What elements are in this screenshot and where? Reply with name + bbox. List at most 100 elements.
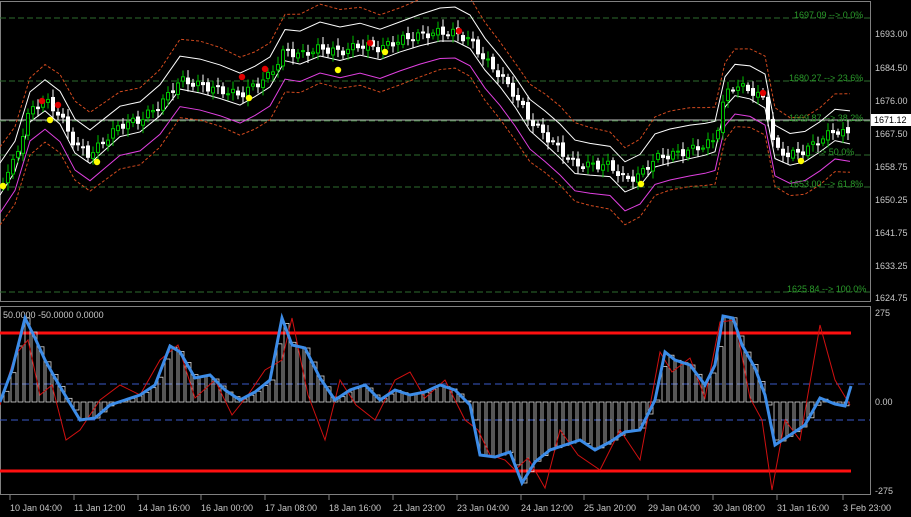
candle-body [836,131,840,135]
candle-body [251,83,255,87]
trading-chart[interactable]: 1697.09 --> 0.0% 1680.27 --> 23.6% 1669.… [0,0,911,517]
candle-body [376,47,380,53]
time-label: 25 Jan 20:00 [584,503,636,513]
candle-body [126,121,130,130]
price-label: 1650.25 [875,195,908,205]
candle-body [536,123,540,126]
candle-body [261,79,265,89]
time-label: 23 Jan 04:00 [457,503,509,513]
candle-body [701,147,705,150]
fractal-up-marker [238,73,246,81]
candle-body [186,77,190,85]
candle-body [466,37,470,40]
candle-body [196,80,200,87]
candle-body [661,154,665,158]
candle-body [276,64,280,71]
candle-body [416,32,420,41]
candle-body [96,142,100,153]
candle-body [481,53,485,60]
indicator-scale-label: 275 [875,308,890,318]
candle-body [666,155,670,160]
candle-body [181,76,185,82]
candle-body [821,138,825,144]
fractal-up-marker [455,27,463,35]
candle-body [336,45,340,50]
candle-body [241,92,245,98]
fractal-up-marker [54,101,62,109]
candle-body [636,173,640,183]
candle-body [146,109,150,119]
candle-body [191,82,195,87]
candle-body [66,116,70,132]
candle-body [706,139,710,149]
candle-body [796,148,800,153]
time-label: 10 Jan 04:00 [10,503,62,513]
candle-body [731,89,735,92]
candle-body [101,141,105,145]
candle-body [596,160,600,170]
candle-body [486,58,490,61]
fib-label-382: 1669.87 --> 38.2% [789,113,863,123]
fib-label-618: 1653.00 --> 61.8% [789,179,863,189]
candle-body [566,157,570,160]
candle-body [291,49,295,58]
candle-body [396,41,400,45]
price-label: 1633.25 [875,261,908,271]
candle-body [36,106,40,110]
candle-body [506,76,510,85]
price-label: 1658.75 [875,162,908,172]
candle-body [681,149,685,157]
candle-body [726,88,730,101]
candle-body [531,120,535,127]
indicator-header: 50.0000 -50.0000 0.0000 [3,310,104,320]
candle-body [776,137,780,148]
candle-body [6,171,10,184]
candle-body [286,48,290,51]
time-label: 11 Jan 12:00 [74,503,125,513]
candle-body [616,171,620,177]
fractal-down-marker [381,48,389,56]
candle-body [361,45,365,49]
candle-body [316,44,320,54]
time-label: 3 Feb 23:00 [843,503,891,513]
candle-body [611,160,615,171]
candle-body [811,141,815,145]
candle-body [86,145,90,158]
candle-body [451,28,455,37]
candle-body [601,164,605,171]
fib-label-0: 1697.09 --> 0.0% [794,10,863,20]
candle-body [331,47,335,56]
price-axis: 1693.00 1684.50 1676.00 1667.50 1658.75 … [871,29,911,303]
price-label: 1676.00 [875,96,908,106]
candle-body [591,162,595,165]
candle-body [436,27,440,36]
candle-body [211,86,215,94]
price-label: 1641.75 [875,228,908,238]
fractal-down-marker [245,94,253,102]
time-label: 18 Jan 16:00 [329,503,381,513]
time-label: 24 Jan 12:00 [521,503,573,513]
candle-body [621,173,625,176]
candle-body [581,166,585,169]
candle-body [201,82,205,86]
time-label: 29 Jan 04:00 [648,503,700,513]
candle-body [406,33,410,40]
candle-body [346,48,350,55]
candle-body [831,129,835,134]
candle-body [846,127,850,134]
candle-body [626,175,630,180]
price-label: 1693.00 [875,29,908,39]
candle-body [351,43,355,51]
candle-body [691,144,695,149]
candle-body [721,101,725,133]
candle-body [736,86,740,91]
candle-body [551,140,555,143]
candle-body [91,152,95,159]
indicator-scale-label: -275 [875,486,893,496]
candle-body [236,90,240,96]
candle-body [281,49,285,67]
candle-body [151,109,155,113]
fractal-down-marker [46,116,54,124]
candle-body [266,71,270,79]
candle-body [121,123,125,129]
